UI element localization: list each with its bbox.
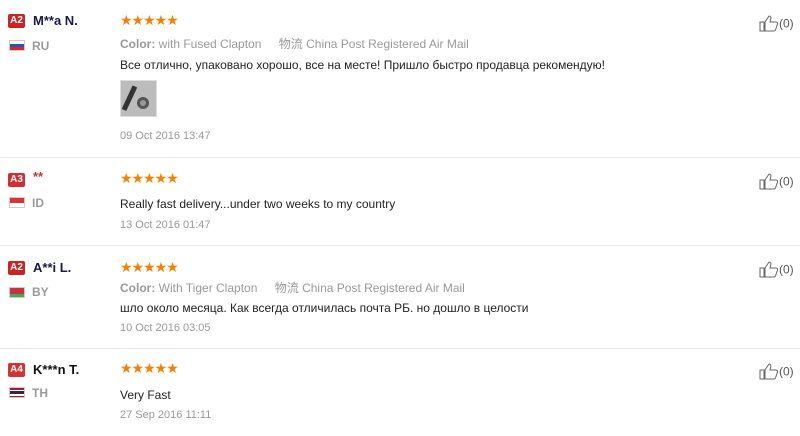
color-label: Color: <box>120 37 156 51</box>
star-rating: ★★★★★ <box>120 360 179 376</box>
review-date: 27 Sep 2016 11:11 <box>120 409 212 421</box>
review-item: A3 ** ID ★★★★★ Really fast delivery...un… <box>0 157 800 246</box>
review-item: A4 K***n T. TH ★★★★★ Very Fast 27 Sep 20… <box>0 348 800 436</box>
shipping-method: China Post Registered Air Mail <box>302 281 465 295</box>
shipping-icon: 物流 <box>274 281 299 295</box>
color-value: with Fused Clapton <box>158 37 262 51</box>
country-flag-icon <box>9 387 25 398</box>
order-info: Color: with Fused Clapton 物流 China Post … <box>120 35 469 52</box>
buyer-level-badge: A2 <box>8 261 25 275</box>
thumbs-up-icon <box>759 260 779 281</box>
buyer-name: M**a N. <box>33 13 78 28</box>
country-code: RU <box>32 39 50 53</box>
buyer-level-badge: A3 <box>8 173 25 187</box>
buyer-level-badge: A2 <box>8 14 25 28</box>
buyer-name: ** <box>33 169 44 184</box>
thumbs-up-icon <box>759 362 779 383</box>
review-text: Very Fast <box>120 388 171 402</box>
review-item: A2 M**a N. RU ★★★★★ Color: with Fused Cl… <box>0 0 800 158</box>
buyer-level-badge: A4 <box>8 363 25 377</box>
review-photo-thumbnail[interactable] <box>120 80 157 117</box>
helpful-button[interactable]: (0) <box>759 362 794 383</box>
country-code: TH <box>32 386 48 400</box>
helpful-count: (0) <box>779 262 794 277</box>
shipping-method: China Post Registered Air Mail <box>306 37 469 51</box>
country-code: BY <box>32 285 49 299</box>
review-date: 10 Oct 2016 03:05 <box>120 322 211 334</box>
review-date: 09 Oct 2016 13:47 <box>120 130 211 142</box>
country-flag-icon <box>9 287 25 298</box>
helpful-count: (0) <box>779 16 794 31</box>
buyer-name: A**i L. <box>33 260 72 275</box>
order-info: Color: With Tiger Clapton 物流 China Post … <box>120 279 465 296</box>
helpful-button[interactable]: (0) <box>759 172 794 193</box>
country-flag-icon <box>9 197 25 208</box>
helpful-button[interactable]: (0) <box>759 14 794 35</box>
buyer-name: K***n T. <box>33 362 80 377</box>
helpful-button[interactable]: (0) <box>759 260 794 281</box>
thumbs-up-icon <box>759 172 779 193</box>
helpful-count: (0) <box>779 364 794 379</box>
star-rating: ★★★★★ <box>120 170 179 186</box>
country-flag-icon <box>9 40 25 51</box>
country-code: ID <box>32 196 44 210</box>
review-text: шло около месяца. Как всегда отличилась … <box>120 301 529 315</box>
shipping-icon: 物流 <box>278 37 303 51</box>
color-label: Color: <box>120 281 156 295</box>
color-value: With Tiger Clapton <box>158 281 258 295</box>
review-text: Все отлично, упаковано хорошо, все на ме… <box>120 58 605 72</box>
star-rating: ★★★★★ <box>120 259 179 275</box>
helpful-count: (0) <box>779 174 794 189</box>
review-item: A2 A**i L. BY ★★★★★ Color: With Tiger Cl… <box>0 245 800 349</box>
review-date: 13 Oct 2016 01:47 <box>120 219 211 231</box>
star-rating: ★★★★★ <box>120 12 179 28</box>
review-text: Really fast delivery...under two weeks t… <box>120 197 396 211</box>
thumbs-up-icon <box>759 14 779 35</box>
